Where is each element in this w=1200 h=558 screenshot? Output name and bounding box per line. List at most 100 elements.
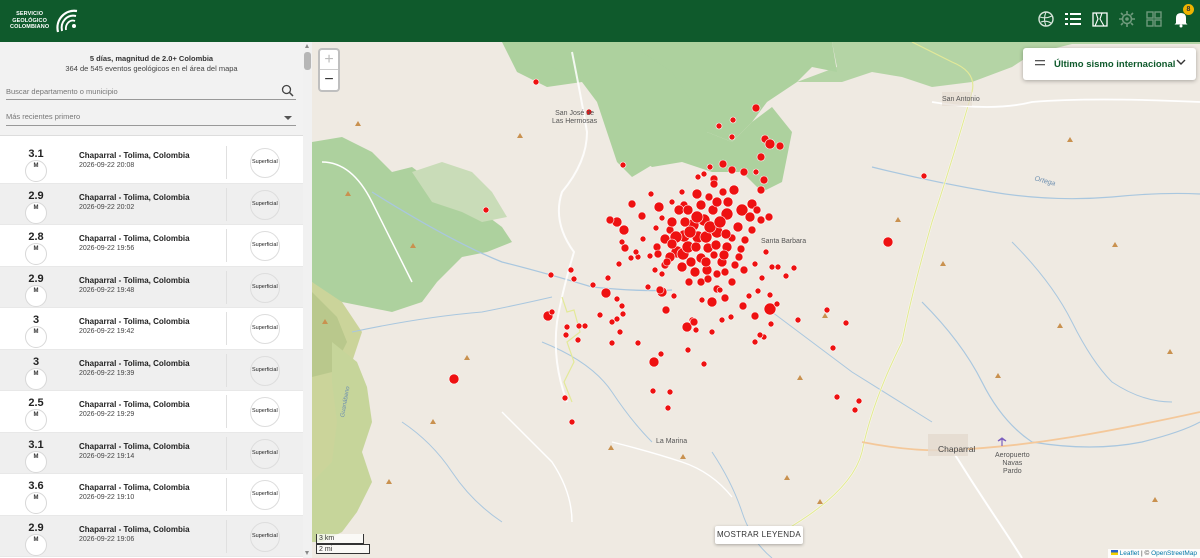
earthquake-marker[interactable] (851, 406, 859, 414)
earthquake-marker[interactable] (648, 356, 660, 368)
earthquake-marker[interactable] (720, 267, 730, 277)
sgc-logo[interactable]: SERVICIO GEOLÓGICO COLOMBIANO (10, 6, 83, 36)
earthquake-marker[interactable] (658, 270, 666, 278)
earthquake-marker[interactable] (570, 275, 578, 283)
bell-icon[interactable]: 8 (1172, 4, 1194, 28)
earthquake-marker[interactable] (728, 184, 740, 196)
earthquake-marker[interactable] (581, 322, 589, 330)
earthquake-marker[interactable] (739, 265, 749, 275)
earthquake-marker[interactable] (710, 239, 722, 251)
earthquake-marker[interactable] (720, 228, 732, 240)
earthquake-marker[interactable] (882, 236, 894, 248)
earthquake-marker[interactable] (759, 175, 769, 185)
event-row[interactable]: 3 M Chaparral - Tolima, Colombia 2026-09… (0, 308, 303, 350)
earthquake-marker[interactable] (727, 277, 737, 287)
earthquake-marker[interactable] (750, 311, 760, 321)
earthquake-marker[interactable] (754, 287, 762, 295)
earthquake-marker[interactable] (634, 339, 642, 347)
earthquake-marker[interactable] (668, 198, 676, 206)
earthquake-marker[interactable] (700, 360, 708, 368)
earthquake-marker[interactable] (608, 339, 616, 347)
earthquake-marker[interactable] (756, 215, 766, 225)
show-legend-button[interactable]: MOSTRAR LEYENDA (715, 526, 803, 544)
osm-link[interactable]: OpenStreetMap (1151, 550, 1197, 557)
earthquake-marker[interactable] (794, 316, 802, 324)
earthquake-marker[interactable] (790, 264, 798, 272)
earthquake-marker[interactable] (532, 78, 540, 86)
earthquake-marker[interactable] (568, 418, 576, 426)
earthquake-marker[interactable] (618, 238, 626, 246)
earthquake-marker[interactable] (600, 287, 612, 299)
earthquake-marker[interactable] (722, 196, 734, 208)
earthquake-marker[interactable] (833, 393, 841, 401)
earthquake-marker[interactable] (562, 331, 570, 339)
earthquake-marker[interactable] (658, 214, 666, 222)
earthquake-marker[interactable] (575, 322, 583, 330)
earthquake-marker[interactable] (619, 310, 627, 318)
earthquake-marker[interactable] (608, 318, 616, 326)
earthquake-marker[interactable] (574, 336, 582, 344)
earthquake-marker[interactable] (732, 221, 744, 233)
earthquake-marker[interactable] (766, 291, 774, 299)
map-canvas[interactable]: San José de Las Hermosas San Antonio San… (312, 42, 1200, 558)
earthquake-marker[interactable] (773, 300, 781, 308)
earthquake-marker[interactable] (716, 286, 724, 294)
earthquake-marker[interactable] (662, 257, 672, 267)
leaflet-link[interactable]: Leaflet (1120, 550, 1140, 557)
earthquake-marker[interactable] (567, 266, 575, 274)
earthquake-marker[interactable] (604, 274, 612, 282)
earthquake-marker[interactable] (751, 260, 759, 268)
zoom-out-button[interactable]: − (320, 70, 338, 90)
earthquake-marker[interactable] (718, 249, 730, 261)
earthquake-marker[interactable] (589, 281, 597, 289)
earthquake-marker[interactable] (596, 311, 604, 319)
earthquake-marker[interactable] (708, 328, 716, 336)
earthquake-marker[interactable] (639, 235, 647, 243)
earthquake-marker[interactable] (728, 133, 736, 141)
earthquake-marker[interactable] (756, 152, 766, 162)
earthquake-marker[interactable] (657, 350, 665, 358)
earthquake-marker[interactable] (756, 185, 766, 195)
international-quake-button[interactable]: Último sismo internacional (1023, 48, 1196, 80)
earthquake-marker[interactable] (756, 331, 764, 339)
earthquake-marker[interactable] (695, 199, 707, 211)
earthquake-marker[interactable] (637, 211, 647, 221)
earthquake-marker[interactable] (720, 293, 730, 303)
earthquake-marker[interactable] (627, 254, 635, 262)
event-row[interactable]: 2.5 M Chaparral - Tolima, Colombia 2026-… (0, 391, 303, 433)
earthquake-marker[interactable] (684, 346, 692, 354)
event-row[interactable]: 3.1 M Chaparral - Tolima, Colombia 2026-… (0, 432, 303, 474)
earthquake-marker[interactable] (678, 188, 686, 196)
earthquake-marker[interactable] (920, 172, 928, 180)
earthquake-marker[interactable] (673, 204, 685, 216)
earthquake-marker[interactable] (762, 248, 770, 256)
earthquake-marker[interactable] (782, 272, 790, 280)
earthquake-marker[interactable] (729, 116, 737, 124)
grid-icon[interactable] (1145, 10, 1163, 28)
earthquake-marker[interactable] (718, 159, 728, 169)
earthquake-marker[interactable] (618, 302, 626, 310)
scroll-thumb[interactable] (304, 52, 311, 70)
earthquake-marker[interactable] (740, 235, 750, 245)
earthquake-marker[interactable] (752, 168, 760, 176)
earthquake-marker[interactable] (715, 122, 723, 130)
earthquake-marker[interactable] (713, 215, 727, 229)
earthquake-marker[interactable] (745, 292, 753, 300)
earthquake-marker[interactable] (711, 196, 723, 208)
event-row[interactable]: 2.9 M Chaparral - Tolima, Colombia 2026-… (0, 515, 303, 557)
earthquake-marker[interactable] (649, 387, 657, 395)
event-row[interactable]: 2.8 M Chaparral - Tolima, Colombia 2026-… (0, 225, 303, 267)
earthquake-marker[interactable] (655, 285, 665, 295)
earthquake-marker[interactable] (646, 252, 654, 260)
sidebar-scrollbar[interactable] (303, 42, 312, 558)
earthquake-marker[interactable] (685, 256, 697, 268)
earthquake-marker[interactable] (744, 211, 756, 223)
earthquake-marker[interactable] (736, 244, 746, 254)
earthquake-marker[interactable] (855, 397, 863, 405)
earthquake-marker[interactable] (605, 215, 615, 225)
earthquake-marker[interactable] (752, 205, 762, 215)
earthquake-marker[interactable] (823, 306, 831, 314)
earthquake-marker[interactable] (718, 187, 728, 197)
earthquake-marker[interactable] (738, 301, 748, 311)
earthquake-marker[interactable] (666, 216, 678, 228)
